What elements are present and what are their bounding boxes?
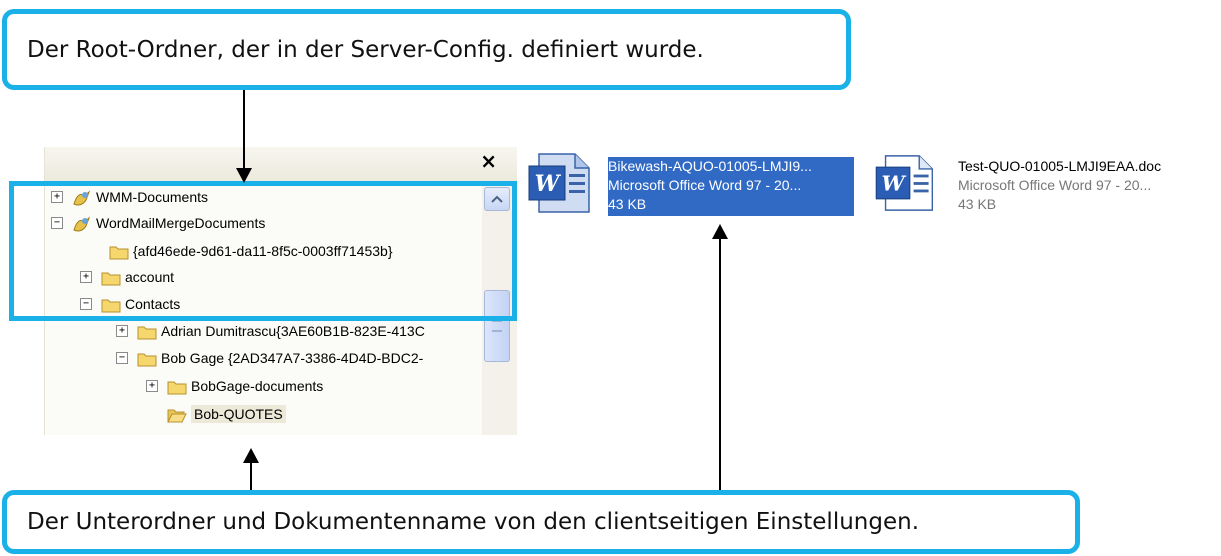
svg-text:W: W [535,171,562,197]
folder-icon [137,324,157,340]
file-item-test[interactable]: W Test-QUO-01005-LMJI9EAA.doc Microsoft … [872,152,1220,222]
tree-header: × [45,147,517,184]
word-document-icon: W [875,155,934,211]
bottom-callout-text: Der Unterordner und Dokumentenname von d… [27,509,920,535]
word-document-icon: W [528,153,590,213]
open-folder-icon [167,407,187,423]
file-size: 43 KB [608,196,647,212]
expand-icon[interactable]: + [146,380,158,392]
tree-row-bobgage-documents[interactable]: + BobGage-documents [146,375,323,397]
expand-icon[interactable]: + [116,325,128,337]
arrow-bottom-left-line [250,463,252,491]
tree-row-bob-gage[interactable]: − Bob Gage {2AD347A7-3386-4D4D-BDC2- [116,347,423,369]
arrow-down-icon [236,168,252,183]
folder-icon [167,379,187,395]
arrow-up-icon [243,448,259,463]
close-icon[interactable]: × [480,149,497,173]
svg-text:W: W [881,171,906,195]
tree-row-label: Bob Gage {2AD347A7-3386-4D4D-BDC2- [161,350,424,366]
tree-row-label: Bob-QUOTES [191,405,286,423]
folder-icon [137,351,157,367]
top-callout: Der Root-Ordner, der in der Server-Confi… [2,9,851,90]
arrow-top-line [243,90,245,169]
file-type: Microsoft Office Word 97 - 20... [958,177,1152,193]
arrow-up-icon [712,224,728,239]
collapse-icon[interactable]: − [116,352,128,364]
tree-row-label: BobGage-documents [191,378,324,394]
file-name: Test-QUO-01005-LMJI9EAA.doc [958,158,1162,174]
root-folder-highlight [9,181,517,321]
file-type: Microsoft Office Word 97 - 20... [608,177,802,193]
file-item-bikewash[interactable]: W Bikewash-AQUO-01005-LMJI9... Microsoft… [527,152,857,222]
file-name: Bikewash-AQUO-01005-LMJI9... [608,158,812,174]
tree-row-bob-quotes[interactable]: Bob-QUOTES [167,403,286,425]
clipped-folder-icon [136,430,146,435]
file-size: 43 KB [958,196,997,212]
arrow-bottom-right-line [719,238,721,491]
top-callout-text: Der Root-Ordner, der in der Server-Confi… [27,36,704,63]
tree-row-adrian[interactable]: + Adrian Dumitrascu{3AE60B1B-823E-413C [116,320,425,342]
bottom-callout: Der Unterordner und Dokumentenname von d… [2,490,1080,554]
file-label-block: Test-QUO-01005-LMJI9EAA.doc Microsoft Of… [958,157,1218,214]
tree-row-label: Adrian Dumitrascu{3AE60B1B-823E-413C [161,323,425,339]
file-label-block: Bikewash-AQUO-01005-LMJI9... Microsoft O… [608,157,854,216]
